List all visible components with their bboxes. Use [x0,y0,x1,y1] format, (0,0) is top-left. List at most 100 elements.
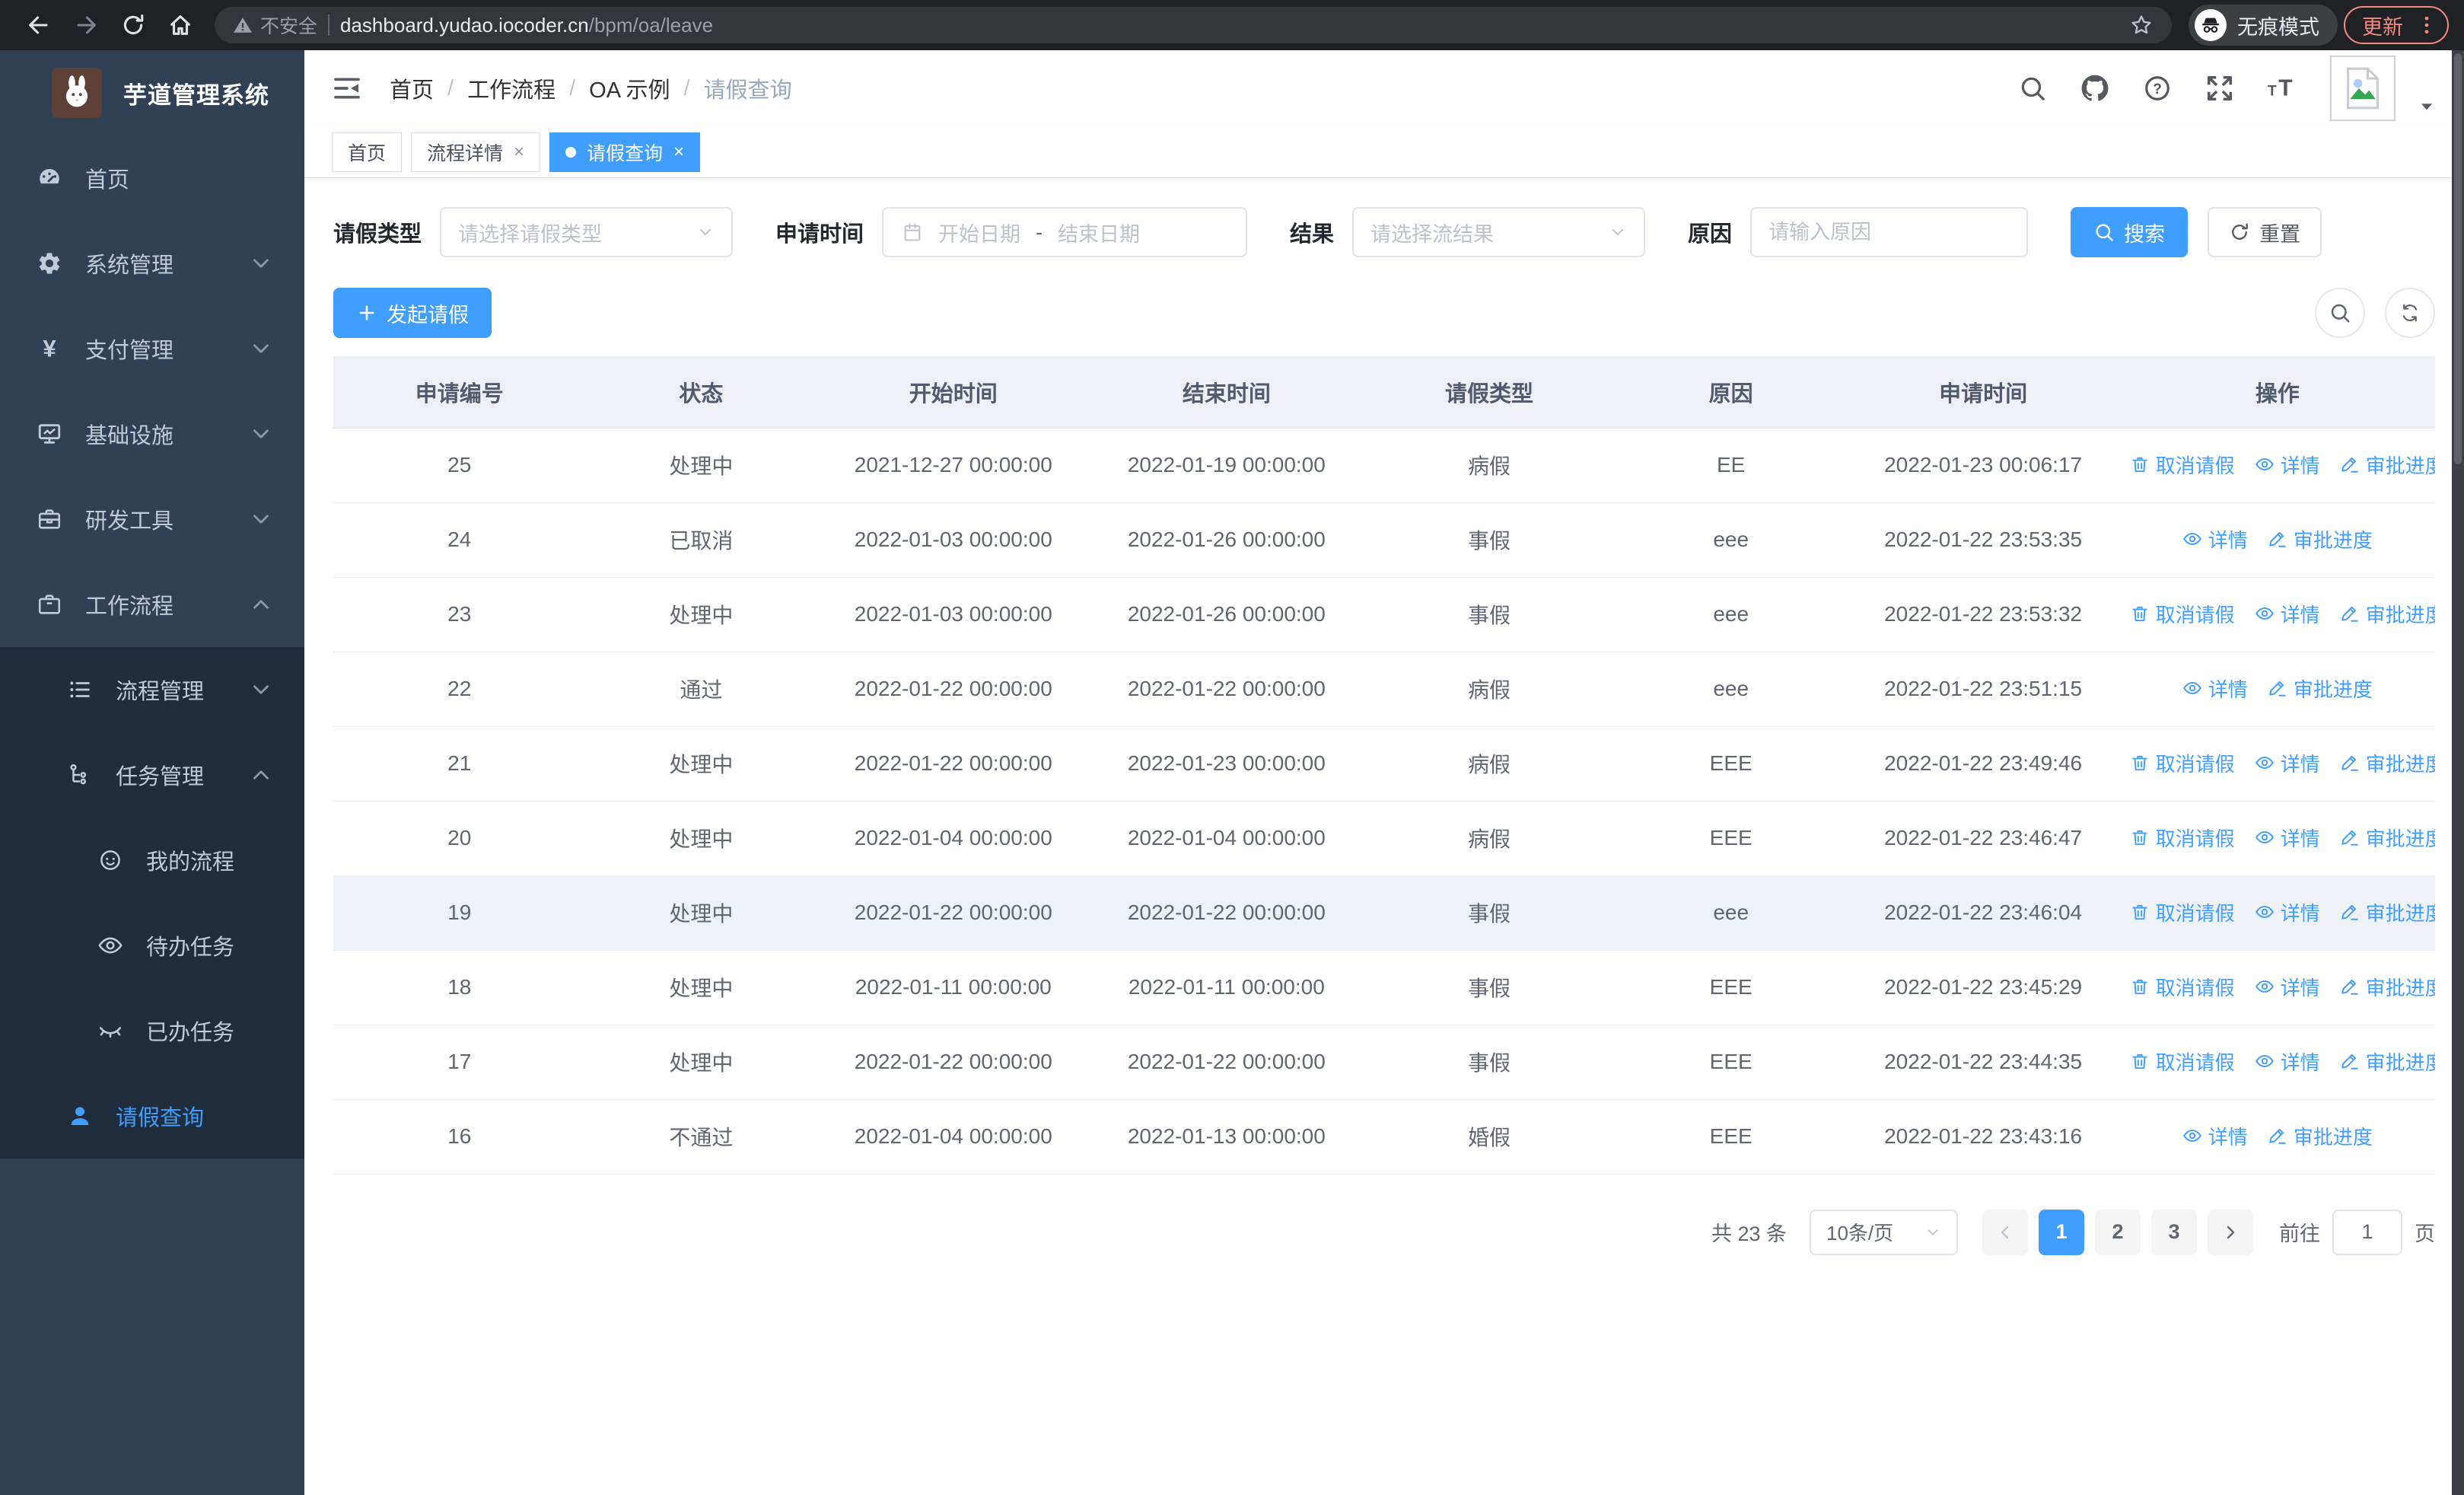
page-1-button[interactable]: 1 [2039,1209,2084,1255]
edit-icon [2340,454,2360,474]
progress-action-link[interactable]: 审批进度 [2268,674,2373,703]
breadcrumb-separator: / [683,75,690,100]
result-select[interactable]: 请选择流结果 [1352,207,1646,257]
toggle-search-button[interactable] [2315,288,2365,338]
action-label: 取消请假 [2155,901,2235,925]
chevron-down-icon [1924,1224,1941,1241]
sidebar-item-system[interactable]: 系统管理 [0,221,304,306]
leave-type-select[interactable]: 请选择请假类型 [440,207,734,257]
goto-page-input[interactable] [2332,1209,2402,1255]
detail-action-link[interactable]: 详情 [2255,451,2320,479]
sidebar-item-workflow[interactable]: 工作流程 [0,562,304,647]
cell-start-time: 2022-01-22 00:00:00 [817,1025,1090,1100]
security-chip[interactable]: 不安全 [233,11,317,39]
progress-action-link[interactable]: 审批进度 [2340,1047,2435,1076]
reset-button[interactable]: 重置 [2208,207,2322,257]
sidebar-item-leave-query[interactable]: 请假查询 [0,1073,304,1159]
chevron-right-icon [2221,1223,2240,1242]
github-button[interactable] [2080,74,2109,103]
font-size-button[interactable] [2268,74,2297,103]
close-icon[interactable]: × [514,142,524,163]
cancel-action-link[interactable]: 取消请假 [2130,1047,2235,1076]
progress-action-link[interactable]: 审批进度 [2340,824,2435,852]
back-icon[interactable] [26,12,52,38]
breadcrumb-item[interactable]: OA 示例 [589,72,670,104]
sidebar-item-process-mgmt[interactable]: 流程管理 [0,647,304,732]
collapse-sidebar-icon[interactable] [332,73,362,104]
chevron-down-icon[interactable] [2417,97,2437,116]
next-page-button[interactable] [2208,1209,2253,1255]
browser-scrollbar[interactable] [2452,50,2464,1495]
edit-icon [2268,529,2287,549]
cancel-action-link[interactable]: 取消请假 [2130,451,2235,479]
detail-action-link[interactable]: 详情 [2255,749,2320,777]
date-range-picker[interactable]: 开始日期 - 结束日期 [882,207,1248,257]
progress-action-link[interactable]: 审批进度 [2340,898,2435,926]
tab-label: 首页 [348,142,387,164]
result-label: 结果 [1290,222,1335,247]
page-size-select[interactable]: 10条/页 [1810,1209,1958,1255]
detail-action-link[interactable]: 详情 [2182,1122,2248,1150]
sidebar-item-task-mgmt[interactable]: 任务管理 [0,732,304,818]
tabs-bar: 首页 流程详情 × 请假查询 × [304,126,2464,178]
incognito-label: 无痕模式 [2237,15,2319,39]
app-logo-row[interactable]: 芋道管理系统 [0,50,304,135]
progress-action-link[interactable]: 审批进度 [2340,451,2435,479]
create-leave-button[interactable]: 发起请假 [333,288,492,338]
detail-action-link[interactable]: 详情 [2255,1047,2320,1076]
address-bar[interactable]: 不安全 dashboard.yudao.iocoder.cn/bpm/oa/le… [215,7,2172,43]
progress-action-link[interactable]: 审批进度 [2268,1122,2373,1150]
cell-end-time: 2022-01-23 00:00:00 [1090,726,1364,802]
refresh-table-button[interactable] [2385,288,2435,338]
scrollbar-thumb[interactable] [2454,53,2462,464]
table-row: 22 通过 2022-01-22 00:00:00 2022-01-22 00:00:… [333,652,2435,727]
avatar[interactable] [2330,56,2396,121]
breadcrumb-item[interactable]: 请假查询 [704,72,792,104]
sidebar-item-my-process[interactable]: 我的流程 [0,818,304,903]
sidebar-item-infrastructure[interactable]: 基础设施 [0,391,304,477]
progress-action-link[interactable]: 审批进度 [2340,749,2435,777]
search-button[interactable] [2018,74,2047,103]
cancel-action-link[interactable]: 取消请假 [2130,898,2235,926]
url-text: dashboard.yudao.iocoder.cn/bpm/oa/leave [340,14,2119,37]
help-button[interactable] [2143,74,2172,103]
cancel-action-link[interactable]: 取消请假 [2130,824,2235,852]
progress-action-link[interactable]: 审批进度 [2340,600,2435,628]
tab-leave-query[interactable]: 请假查询 × [549,132,701,172]
tab-process-detail[interactable]: 流程详情 × [411,132,541,172]
table-head: 申请编号 状态 开始时间 结束时间 请假类型 原因 申请时间 操作 [333,356,2435,429]
breadcrumb-item[interactable]: 首页 [390,72,434,104]
cell-start-time: 2022-01-11 00:00:00 [817,950,1090,1025]
detail-action-link[interactable]: 详情 [2255,600,2320,628]
progress-action-link[interactable]: 审批进度 [2340,973,2435,1001]
progress-action-link[interactable]: 审批进度 [2268,525,2373,553]
cell-id: 19 [333,875,586,951]
reason-input[interactable] [1768,220,2010,244]
cancel-action-link[interactable]: 取消请假 [2130,749,2235,777]
detail-action-link[interactable]: 详情 [2255,824,2320,852]
breadcrumb-item[interactable]: 工作流程 [467,72,556,104]
page-2-button[interactable]: 2 [2095,1209,2141,1255]
detail-action-link[interactable]: 详情 [2255,898,2320,926]
cancel-action-link[interactable]: 取消请假 [2130,973,2235,1001]
update-menu-button[interactable]: 更新 [2344,6,2449,44]
bookmark-star-icon[interactable] [2129,13,2154,37]
sidebar-item-home[interactable]: 首页 [0,135,304,221]
home-icon[interactable] [167,12,193,38]
page-3-button[interactable]: 3 [2151,1209,2197,1255]
sidebar-item-payment[interactable]: 支付管理 [0,306,304,391]
fullscreen-button[interactable] [2205,74,2234,103]
sidebar-item-done-tasks[interactable]: 已办任务 [0,988,304,1073]
detail-action-link[interactable]: 详情 [2182,674,2248,703]
sidebar-item-todo-tasks[interactable]: 待办任务 [0,903,304,988]
close-icon[interactable]: × [673,142,684,163]
tab-home[interactable]: 首页 [332,132,403,172]
reload-icon[interactable] [120,12,146,38]
detail-action-link[interactable]: 详情 [2255,973,2320,1001]
prev-page-button[interactable] [1982,1209,2028,1255]
cancel-action-link[interactable]: 取消请假 [2130,600,2235,628]
search-button[interactable]: 搜索 [2071,207,2189,257]
sidebar-item-dev-tools[interactable]: 研发工具 [0,477,304,562]
forward-icon[interactable] [73,12,99,38]
detail-action-link[interactable]: 详情 [2182,525,2248,553]
